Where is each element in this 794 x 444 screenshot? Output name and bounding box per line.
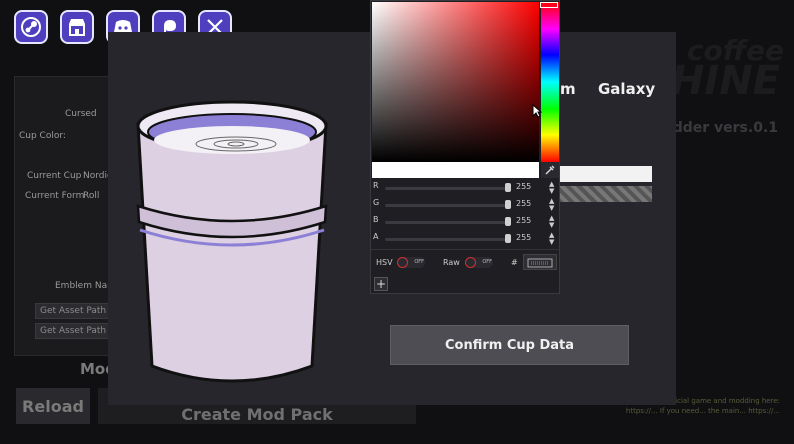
- channel-row-a: A 255 ▲ ▼: [371, 232, 559, 246]
- emblem-name-label: Emblem Nam: [55, 281, 116, 291]
- get-asset-path-button[interactable]: Get Asset Path: [35, 303, 112, 319]
- color-picker: R 255 ▲ ▼ G 255 ▲ ▼ B 255 ▲ ▼ A 255 ▲ ▼ HSV …: [370, 0, 560, 294]
- picker-options-row: HSV OFF Raw OFF #: [371, 249, 559, 274]
- tab-galaxy[interactable]: Galaxy: [598, 80, 655, 98]
- current-cup-label: Current Cup: [27, 171, 82, 181]
- channel-slider[interactable]: [385, 204, 509, 207]
- current-form-value: Roll: [83, 191, 100, 201]
- mouse-cursor-icon: [532, 103, 543, 122]
- raw-label: Raw: [443, 258, 460, 267]
- app-version: dder vers.0.1: [672, 120, 778, 136]
- channel-label: A: [373, 232, 379, 241]
- raw-toggle[interactable]: OFF: [465, 257, 493, 268]
- add-swatch-button[interactable]: +: [374, 277, 388, 291]
- channel-label: R: [373, 181, 379, 190]
- channel-row-r: R 255 ▲ ▼: [371, 181, 559, 195]
- cup-illustration: [136, 100, 328, 383]
- channel-row-g: G 255 ▲ ▼: [371, 198, 559, 212]
- channel-slider[interactable]: [385, 187, 509, 190]
- steam-icon[interactable]: [14, 10, 48, 44]
- confirm-cup-data-button[interactable]: Confirm Cup Data: [390, 325, 629, 365]
- alpha-field[interactable]: [558, 186, 652, 202]
- tab-partial[interactable]: m: [560, 80, 576, 98]
- spin-arrows-icon[interactable]: ▲ ▼: [549, 181, 554, 195]
- channel-slider[interactable]: [385, 221, 509, 224]
- app-logo-line2: HINE: [670, 58, 780, 104]
- channel-value[interactable]: 255: [516, 199, 531, 208]
- channel-row-b: B 255 ▲ ▼: [371, 215, 559, 229]
- channel-value[interactable]: 255: [516, 182, 531, 191]
- hue-handle[interactable]: [540, 2, 558, 8]
- hue-slider[interactable]: [540, 2, 559, 162]
- get-asset-path-button[interactable]: Get Asset Path: [35, 323, 112, 339]
- hex-input[interactable]: [523, 254, 557, 270]
- hsv-label: HSV: [376, 258, 393, 267]
- hex-hash-label: #: [511, 258, 518, 267]
- eyedropper-icon[interactable]: [541, 162, 559, 178]
- slider-handle[interactable]: [505, 183, 511, 192]
- spin-arrows-icon[interactable]: ▲ ▼: [549, 215, 554, 229]
- slider-handle[interactable]: [505, 234, 511, 243]
- spin-arrows-icon[interactable]: ▲ ▼: [549, 198, 554, 212]
- cup-preview: [132, 96, 332, 396]
- current-form-label: Current Form: [25, 191, 85, 201]
- toggle-state: OFF: [482, 259, 492, 265]
- color-preview: [372, 162, 539, 178]
- channel-label: G: [373, 198, 380, 207]
- toggle-knob: [465, 257, 476, 268]
- toggle-state: OFF: [414, 259, 424, 265]
- spin-arrows-icon[interactable]: ▲ ▼: [549, 232, 554, 246]
- slider-handle[interactable]: [505, 217, 511, 226]
- panel-title: Cursed: [65, 109, 97, 119]
- channel-value[interactable]: 255: [516, 216, 531, 225]
- slider-handle[interactable]: [505, 200, 511, 209]
- saturation-value-square[interactable]: [372, 2, 539, 162]
- hsv-toggle[interactable]: OFF: [397, 257, 425, 268]
- store-icon[interactable]: [60, 10, 94, 44]
- cup-color-label: Cup Color:: [19, 131, 66, 141]
- toggle-knob: [397, 257, 408, 268]
- keyboard-icon: [527, 258, 553, 268]
- channel-value[interactable]: 255: [516, 233, 531, 242]
- channel-slider[interactable]: [385, 238, 509, 241]
- reload-button[interactable]: Reload: [16, 388, 90, 424]
- channel-label: B: [373, 215, 379, 224]
- color-field[interactable]: [558, 166, 652, 182]
